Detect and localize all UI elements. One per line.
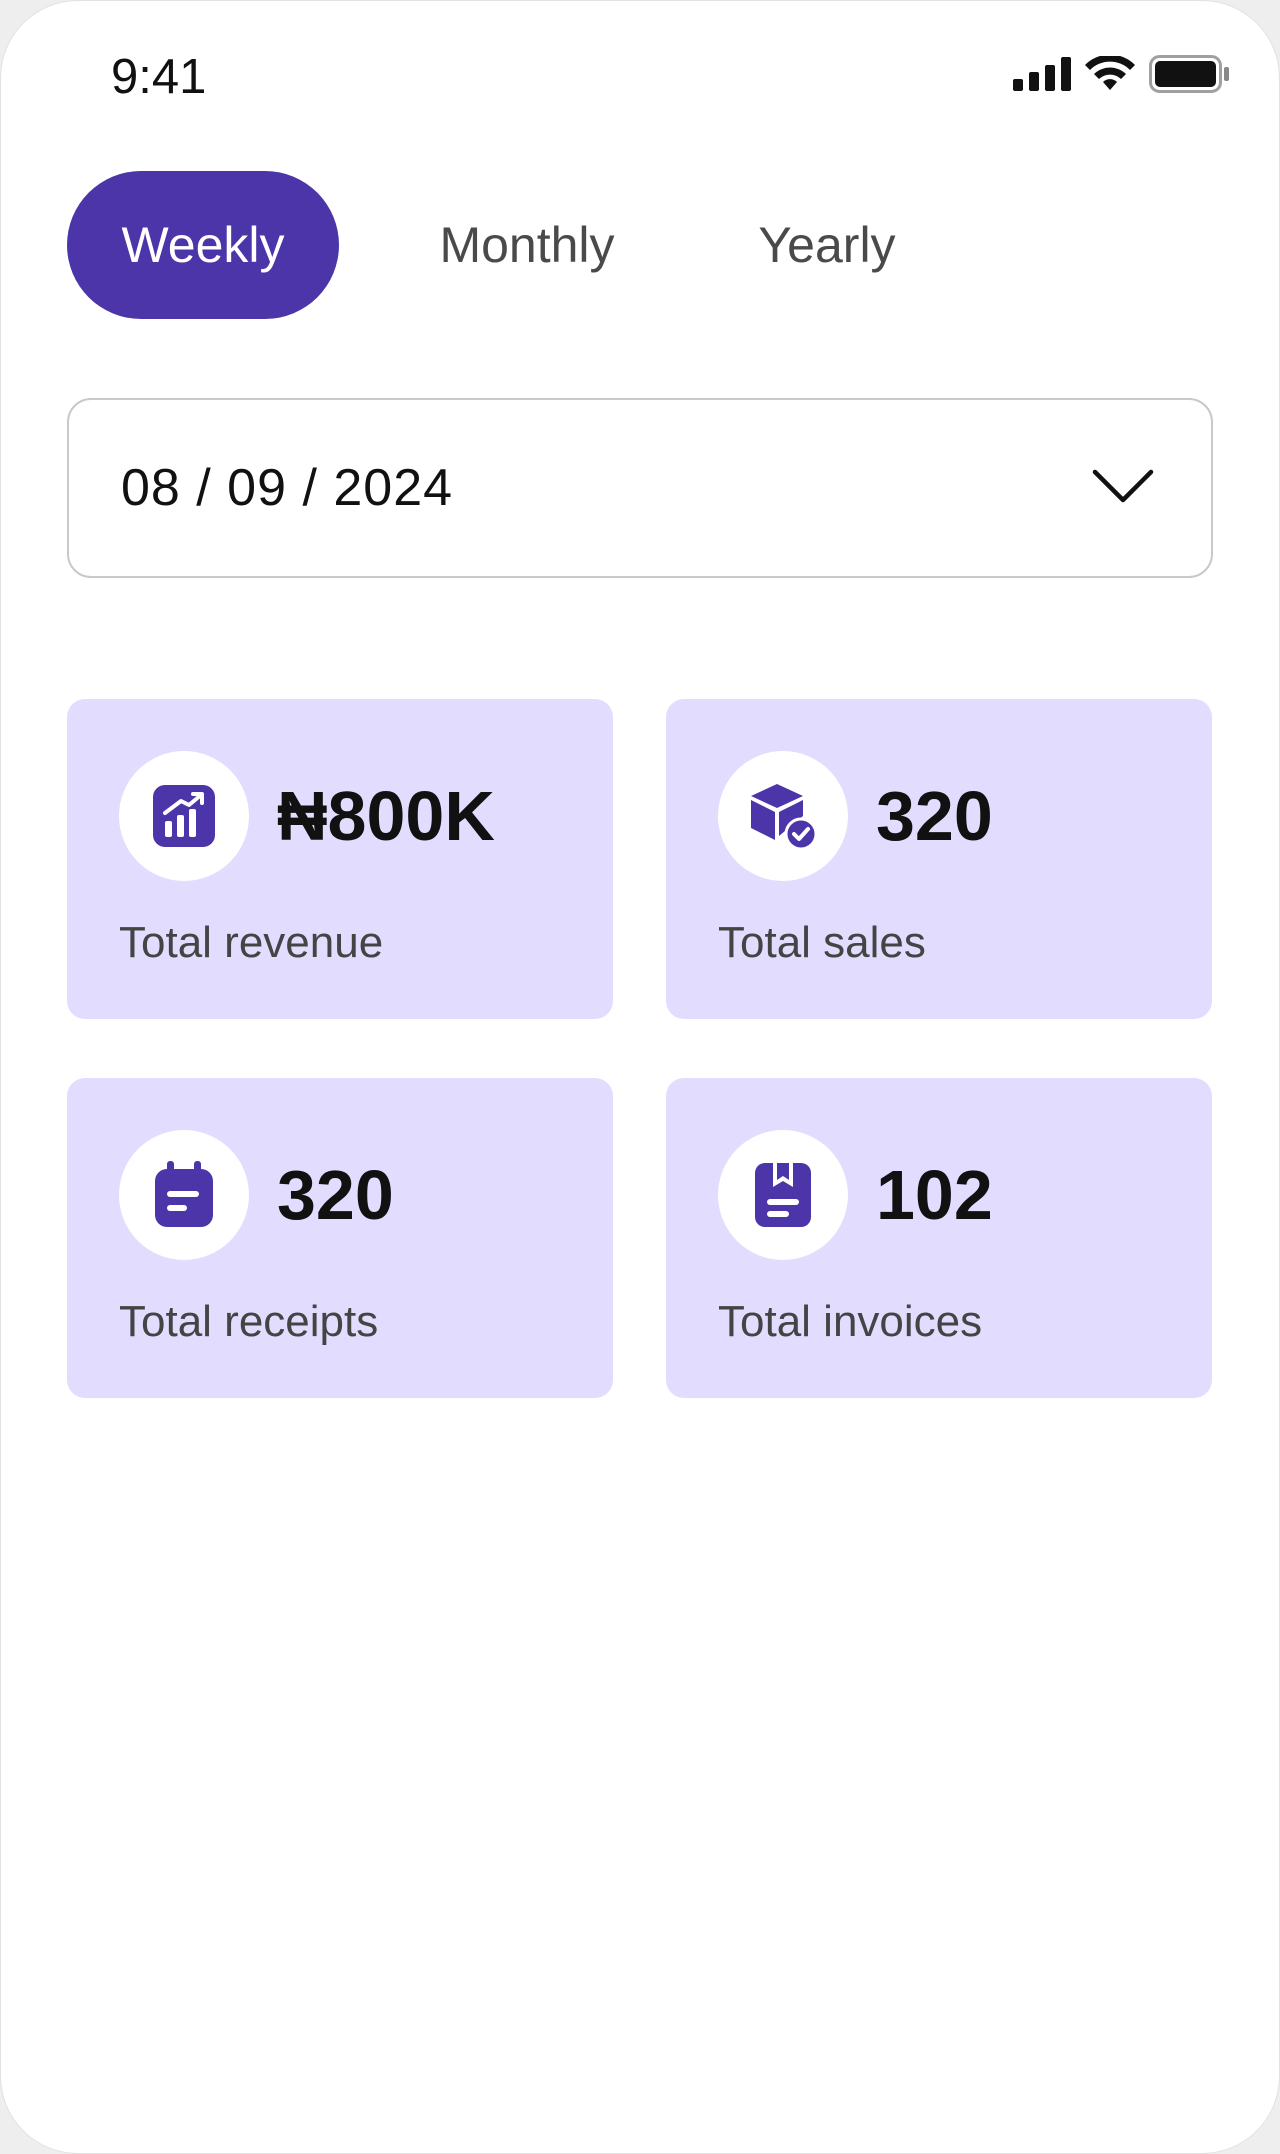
stat-card-revenue[interactable]: ₦800K Total revenue: [67, 699, 613, 1019]
invoice-icon: [755, 1163, 811, 1227]
tab-weekly[interactable]: Weekly: [67, 171, 339, 319]
icon-badge: [718, 751, 848, 881]
stat-card-invoices[interactable]: 102 Total invoices: [666, 1078, 1212, 1398]
revenue-chart-icon: [153, 785, 215, 847]
stat-value: 102: [876, 1156, 993, 1234]
icon-badge: [119, 751, 249, 881]
status-time: 9:41: [111, 50, 207, 104]
stat-card-sales[interactable]: 320 Total sales: [666, 699, 1212, 1019]
stat-value: 320: [277, 1156, 394, 1234]
stat-label: Total invoices: [718, 1297, 983, 1346]
stat-label: Total revenue: [119, 918, 384, 967]
date-value: 08 / 09 / 2024: [121, 459, 454, 517]
chevron-down-icon: [1092, 469, 1154, 503]
date-select[interactable]: 08 / 09 / 2024: [67, 398, 1213, 578]
icon-badge: [119, 1130, 249, 1260]
receipt-icon: [155, 1161, 213, 1227]
stat-label: Total receipts: [119, 1297, 379, 1346]
status-icons: [1013, 55, 1231, 93]
stat-value: 320: [876, 777, 993, 855]
tab-yearly[interactable]: Yearly: [727, 171, 927, 319]
period-tabs: Weekly Monthly Yearly: [67, 171, 967, 319]
tab-monthly[interactable]: Monthly: [402, 171, 652, 319]
box-check-icon: [751, 784, 818, 851]
stat-label: Total sales: [718, 918, 926, 967]
phone-screen: 9:41 Weekly Monthly Yearly 08 / 09 / 202…: [0, 0, 1280, 2154]
icon-badge: [718, 1130, 848, 1260]
wifi-icon: [1085, 56, 1135, 90]
battery-icon: [1149, 55, 1229, 93]
stat-card-receipts[interactable]: 320 Total receipts: [67, 1078, 613, 1398]
stat-value: ₦800K: [277, 777, 495, 855]
cellular-signal-icon: [1013, 57, 1071, 91]
